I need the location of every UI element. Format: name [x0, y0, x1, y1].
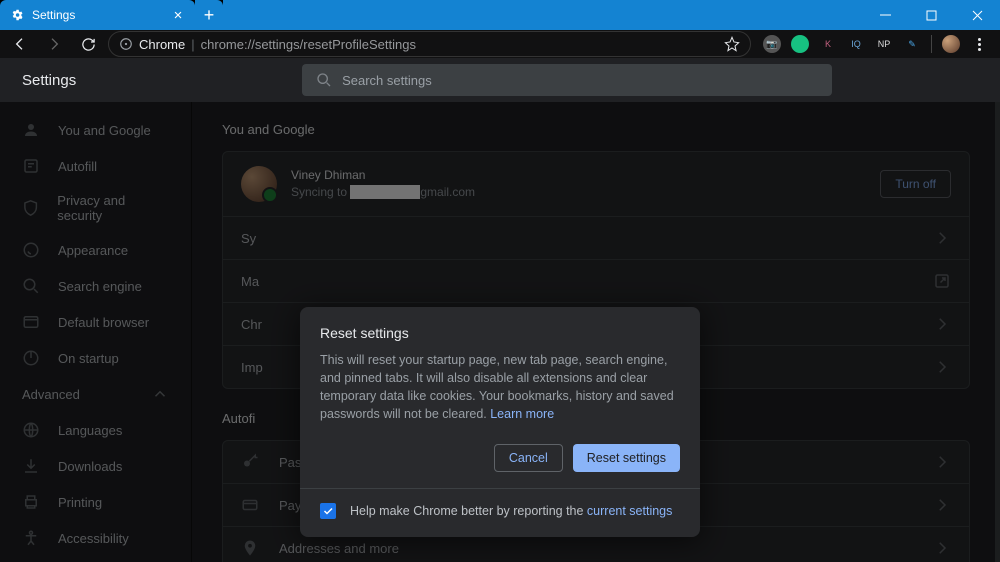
ext-k-icon[interactable]: K	[819, 35, 837, 53]
report-checkbox-row: Help make Chrome better by reporting the…	[300, 488, 700, 537]
settings-surface: You and Google Autofill Privacy and secu…	[0, 102, 1000, 562]
lock-icon	[119, 37, 133, 51]
dialog-title: Reset settings	[300, 307, 700, 351]
url-chip: Chrome	[139, 37, 185, 52]
minimize-button[interactable]	[862, 0, 908, 30]
window-titlebar: Settings × +	[0, 0, 1000, 30]
current-settings-link[interactable]: current settings	[587, 504, 672, 518]
profile-avatar-icon[interactable]	[942, 35, 960, 53]
search-icon	[316, 72, 332, 88]
ext-np-icon[interactable]: NP	[875, 35, 893, 53]
extension-icons: 📷 K IQ NP ✎	[757, 30, 994, 58]
tab-title: Settings	[32, 8, 163, 22]
window-controls	[862, 0, 1000, 30]
reload-button[interactable]	[74, 30, 102, 58]
close-icon[interactable]: ×	[171, 8, 185, 22]
close-button[interactable]	[954, 0, 1000, 30]
cancel-button[interactable]: Cancel	[494, 444, 563, 472]
browser-toolbar: Chrome | chrome://settings/resetProfileS…	[0, 30, 1000, 58]
ext-camera-icon[interactable]: 📷	[763, 35, 781, 53]
address-bar[interactable]: Chrome | chrome://settings/resetProfileS…	[108, 31, 751, 57]
reset-settings-button[interactable]: Reset settings	[573, 444, 680, 472]
tab-strip: Settings × +	[0, 0, 862, 30]
ext-grammarly-icon[interactable]	[791, 35, 809, 53]
settings-search-input[interactable]: Search settings	[302, 64, 832, 96]
browser-tab-settings[interactable]: Settings ×	[0, 0, 195, 30]
back-button[interactable]	[6, 30, 34, 58]
page-title: Settings	[22, 72, 76, 89]
ext-pencil-icon[interactable]: ✎	[903, 35, 921, 53]
report-checkbox[interactable]	[320, 503, 336, 519]
reset-settings-dialog: Reset settings This will reset your star…	[300, 307, 700, 537]
learn-more-link[interactable]: Learn more	[490, 407, 554, 421]
search-placeholder: Search settings	[342, 73, 432, 88]
ext-iq-icon[interactable]: IQ	[847, 35, 865, 53]
maximize-button[interactable]	[908, 0, 954, 30]
settings-header: Settings Search settings	[0, 58, 1000, 102]
star-icon[interactable]	[724, 36, 740, 52]
browser-menu-button[interactable]	[970, 30, 988, 58]
url-text: chrome://settings/resetProfileSettings	[201, 37, 416, 52]
dialog-body: This will reset your startup page, new t…	[300, 351, 700, 440]
new-tab-button[interactable]: +	[195, 0, 223, 30]
gear-icon	[10, 8, 24, 22]
forward-button[interactable]	[40, 30, 68, 58]
